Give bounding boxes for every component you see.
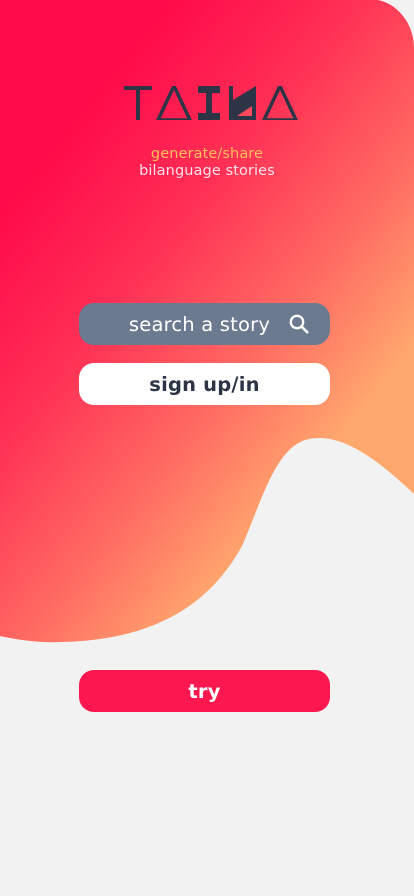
search-story-label: search a story xyxy=(128,312,271,336)
tagline-generate-share: generate/share xyxy=(150,146,264,162)
try-label: try xyxy=(188,679,221,703)
taika-logo xyxy=(124,86,298,120)
hero-gradient-blob xyxy=(0,0,414,643)
search-icon xyxy=(289,314,309,334)
try-button[interactable]: try xyxy=(79,670,330,712)
search-story-button[interactable]: search a story xyxy=(79,303,330,345)
signup-signin-label: sign up/in xyxy=(149,372,260,396)
landing-screen: generate/share bilanguage stories search… xyxy=(0,0,414,896)
signup-signin-button[interactable]: sign up/in xyxy=(79,363,330,405)
tagline-bilanguage-stories: bilanguage stories xyxy=(139,163,275,179)
